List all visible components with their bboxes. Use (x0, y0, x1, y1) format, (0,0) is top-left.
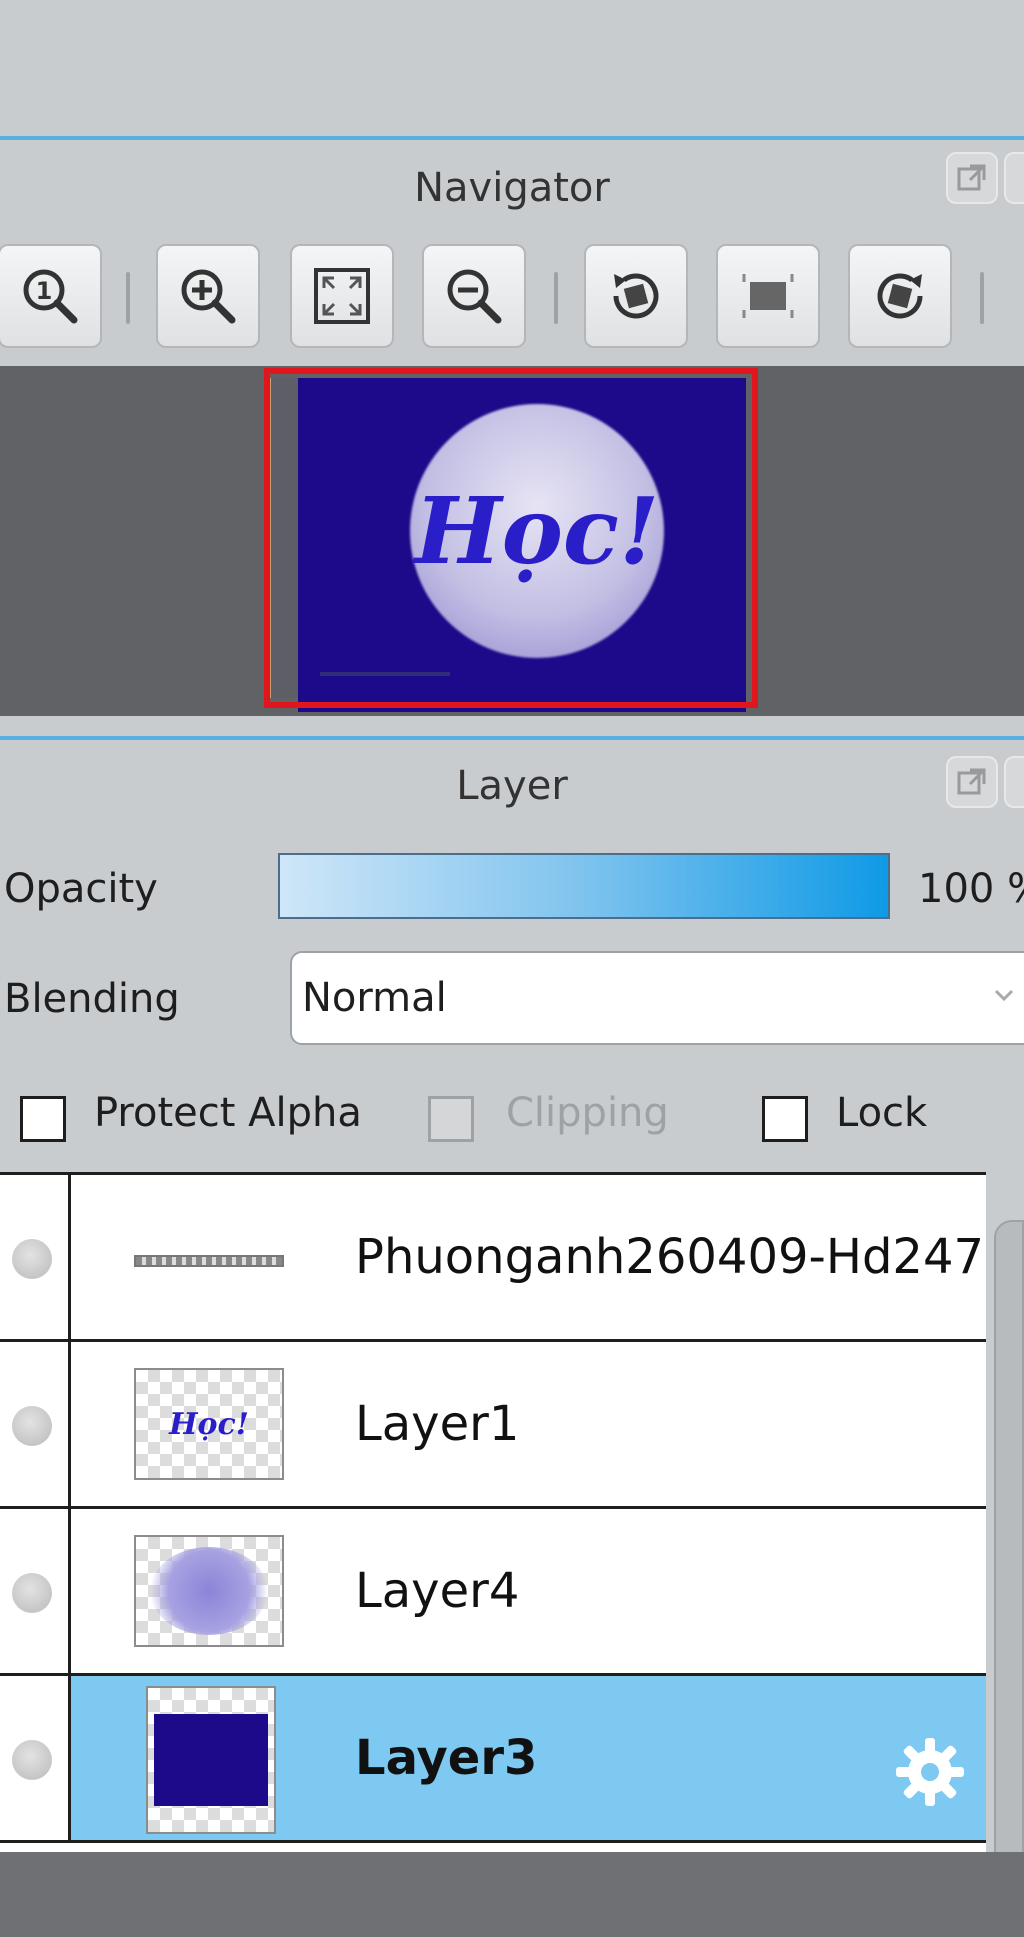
protect-alpha-checkbox[interactable] (20, 1096, 66, 1142)
zoom-out-icon (447, 269, 502, 324)
layer-thumbnail: Học! (134, 1368, 284, 1480)
layer-row[interactable]: Học! Layer1 (0, 1342, 986, 1509)
protect-alpha-label: Protect Alpha (94, 1090, 362, 1136)
clipping-label: Clipping (506, 1090, 669, 1136)
fit-to-screen-icon (314, 268, 370, 324)
visibility-toggle[interactable] (0, 1509, 71, 1673)
blending-label: Blending (4, 976, 180, 1022)
zoom-in-button[interactable] (156, 244, 260, 348)
clipping-checkbox[interactable] (428, 1096, 474, 1142)
chevron-down-icon (994, 989, 1014, 1002)
navigator-title: Navigator (414, 165, 610, 211)
layer-title: Layer (456, 763, 568, 809)
rotate-left-button[interactable] (584, 244, 688, 348)
layer-thumbnail (146, 1686, 276, 1834)
toolbar-separator (554, 272, 558, 324)
rotate-left-icon (613, 273, 659, 319)
navigator-header: Navigator (0, 140, 1024, 240)
layer-row[interactable]: Phuonganh260409-Hd247 (0, 1175, 986, 1342)
popout-icon (957, 768, 986, 795)
opacity-slider[interactable] (278, 853, 890, 919)
layer-list-empty-area (0, 1852, 1024, 1937)
lock-label: Lock (836, 1090, 928, 1136)
opacity-value: 100 % (918, 866, 1024, 912)
visibility-icon (12, 1740, 52, 1780)
reset-rotation-icon (742, 274, 794, 318)
visibility-toggle[interactable] (0, 1676, 71, 1840)
workspace-background (0, 0, 1024, 136)
svg-text:1: 1 (36, 277, 53, 305)
zoom-actual-size-icon: 1 (23, 269, 78, 324)
opacity-label: Opacity (4, 866, 158, 912)
layer-name: Layer1 (355, 1396, 520, 1452)
popout-icon (957, 164, 986, 191)
lock-checkbox[interactable] (762, 1096, 808, 1142)
layer-row[interactable]: Layer4 (0, 1509, 986, 1676)
layer-thumbnail (134, 1535, 284, 1647)
visibility-toggle[interactable] (0, 1175, 71, 1339)
toolbar-separator (126, 272, 130, 324)
visibility-toggle[interactable] (0, 1342, 71, 1506)
zoom-actual-size-button[interactable]: 1 (0, 244, 102, 348)
layer-name: Phuonganh260409-Hd247 (355, 1229, 985, 1285)
layer-header: Layer (0, 740, 1024, 828)
blending-value: Normal (302, 975, 447, 1021)
toolbar-separator (980, 272, 984, 324)
layer-thumbnail-text: Học! (169, 1406, 249, 1442)
blending-select[interactable]: Normal (290, 951, 1024, 1045)
viewport-frame[interactable] (264, 368, 758, 708)
layer-row-selected[interactable]: Layer3 (0, 1676, 986, 1843)
zoom-out-button[interactable] (422, 244, 526, 348)
layer-thumbnail (134, 1255, 284, 1267)
zoom-in-icon (181, 269, 236, 324)
layer-list: Phuonganh260409-Hd247 Học! Layer1 Layer4… (0, 1172, 986, 1855)
layer-float-button[interactable] (946, 756, 998, 808)
visibility-icon (12, 1406, 52, 1446)
gear-icon[interactable] (890, 1732, 970, 1812)
navigator-float-button[interactable] (946, 152, 998, 204)
layer-name: Layer3 (355, 1730, 538, 1786)
rotate-right-button[interactable] (848, 244, 952, 348)
layer-close-button[interactable] (1004, 756, 1024, 808)
reset-rotation-button[interactable] (716, 244, 820, 348)
layer-list-scrollbar-thumb[interactable] (994, 1220, 1024, 1937)
rotate-right-icon (877, 273, 923, 319)
navigator-close-button[interactable] (1004, 152, 1024, 204)
visibility-icon (12, 1239, 52, 1279)
fit-to-screen-button[interactable] (290, 244, 394, 348)
visibility-icon (12, 1573, 52, 1613)
layer-name: Layer4 (355, 1563, 520, 1619)
